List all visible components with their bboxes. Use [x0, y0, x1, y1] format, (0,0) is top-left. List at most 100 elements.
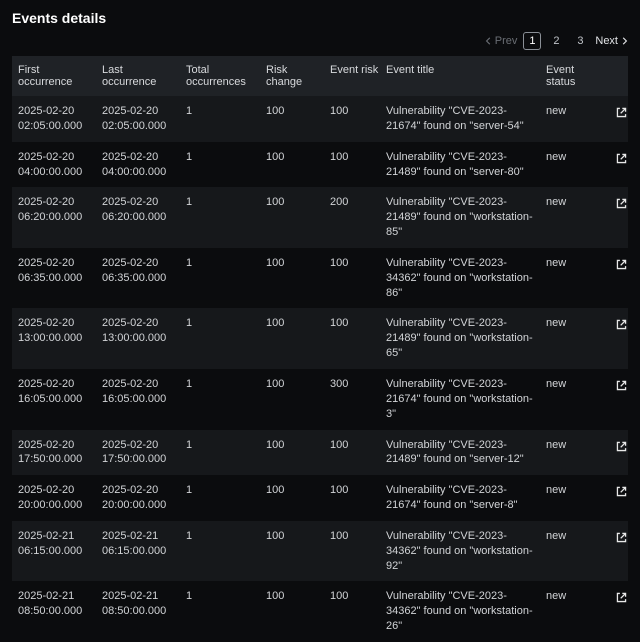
cell-event-title: Vulnerability "CVE-2023-21489" found on …	[386, 150, 540, 180]
cell-event-status: new	[546, 316, 600, 331]
open-event-button[interactable]	[606, 150, 636, 165]
cell-last-occurrence: 2025-02-20 04:00:00.000	[102, 150, 180, 180]
pager-page-3[interactable]: 3	[571, 32, 589, 50]
events-table: First occurrence Last occurrence Total o…	[12, 56, 628, 642]
cell-total-occurrences: 1	[186, 104, 260, 119]
open-event-button[interactable]	[606, 104, 636, 119]
cell-event-status: new	[546, 256, 600, 271]
pager-prev: Prev	[485, 35, 518, 47]
cell-event-risk: 100	[330, 529, 380, 544]
external-link-icon	[615, 485, 628, 498]
cell-last-occurrence: 2025-02-20 13:00:00.000	[102, 316, 180, 346]
cell-total-occurrences: 1	[186, 195, 260, 210]
cell-total-occurrences: 1	[186, 256, 260, 271]
cell-event-status: new	[546, 589, 600, 604]
external-link-icon	[615, 440, 628, 453]
col-event-risk: Event risk	[330, 64, 380, 76]
table-row: 2025-02-20 17:50:00.0002025-02-20 17:50:…	[12, 430, 628, 476]
cell-event-risk: 100	[330, 316, 380, 331]
cell-event-title: Vulnerability "CVE-2023-34362" found on …	[386, 589, 540, 634]
table-row: 2025-02-20 06:35:00.0002025-02-20 06:35:…	[12, 248, 628, 309]
pager-prev-label: Prev	[495, 35, 518, 47]
cell-last-occurrence: 2025-02-20 02:05:00.000	[102, 104, 180, 134]
external-link-icon	[615, 106, 628, 119]
cell-risk-change: 100	[266, 589, 324, 604]
cell-first-occurrence: 2025-02-21 06:15:00.000	[18, 529, 96, 559]
cell-event-title: Vulnerability "CVE-2023-21674" found on …	[386, 483, 540, 513]
table-row: 2025-02-20 02:05:00.0002025-02-20 02:05:…	[12, 96, 628, 142]
table-row: 2025-02-21 08:50:00.0002025-02-21 08:50:…	[12, 581, 628, 642]
cell-event-risk: 100	[330, 438, 380, 453]
pager-page-1[interactable]: 1	[523, 32, 541, 50]
table-header: First occurrence Last occurrence Total o…	[12, 56, 628, 96]
pager-next[interactable]: Next	[595, 35, 628, 47]
table-row: 2025-02-20 16:05:00.0002025-02-20 16:05:…	[12, 369, 628, 430]
cell-total-occurrences: 1	[186, 316, 260, 331]
open-event-button[interactable]	[606, 377, 636, 392]
open-event-button[interactable]	[606, 483, 636, 498]
table-row: 2025-02-20 13:00:00.0002025-02-20 13:00:…	[12, 308, 628, 369]
cell-first-occurrence: 2025-02-21 08:50:00.000	[18, 589, 96, 619]
cell-total-occurrences: 1	[186, 150, 260, 165]
cell-total-occurrences: 1	[186, 377, 260, 392]
external-link-icon	[615, 258, 628, 271]
cell-event-status: new	[546, 195, 600, 210]
cell-event-risk: 100	[330, 256, 380, 271]
cell-event-title: Vulnerability "CVE-2023-21674" found on …	[386, 377, 540, 422]
cell-event-title: Vulnerability "CVE-2023-34362" found on …	[386, 529, 540, 574]
cell-risk-change: 100	[266, 483, 324, 498]
open-event-button[interactable]	[606, 316, 636, 331]
col-event-title: Event title	[386, 64, 540, 76]
cell-total-occurrences: 1	[186, 529, 260, 544]
external-link-icon	[615, 197, 628, 210]
cell-event-risk: 100	[330, 104, 380, 119]
open-event-button[interactable]	[606, 589, 636, 604]
table-row: 2025-02-20 04:00:00.0002025-02-20 04:00:…	[12, 142, 628, 188]
external-link-icon	[615, 379, 628, 392]
cell-event-risk: 100	[330, 483, 380, 498]
col-first-occurrence: First occurrence	[18, 64, 96, 88]
col-total-occurrences: Total occurrences	[186, 64, 260, 88]
cell-first-occurrence: 2025-02-20 20:00:00.000	[18, 483, 96, 513]
cell-event-title: Vulnerability "CVE-2023-21489" found on …	[386, 438, 540, 468]
col-risk-change: Risk change	[266, 64, 324, 88]
cell-event-risk: 200	[330, 195, 380, 210]
cell-last-occurrence: 2025-02-20 16:05:00.000	[102, 377, 180, 407]
chevron-left-icon	[485, 37, 493, 45]
cell-risk-change: 100	[266, 529, 324, 544]
cell-event-title: Vulnerability "CVE-2023-21489" found on …	[386, 316, 540, 361]
pager-page-2[interactable]: 2	[547, 32, 565, 50]
open-event-button[interactable]	[606, 195, 636, 210]
table-row: 2025-02-21 06:15:00.0002025-02-21 06:15:…	[12, 521, 628, 582]
cell-event-status: new	[546, 529, 600, 544]
col-event-status: Event status	[546, 64, 600, 88]
table-body: 2025-02-20 02:05:00.0002025-02-20 02:05:…	[12, 96, 628, 642]
cell-event-status: new	[546, 104, 600, 119]
table-row: 2025-02-20 06:20:00.0002025-02-20 06:20:…	[12, 187, 628, 248]
cell-event-risk: 100	[330, 589, 380, 604]
cell-event-status: new	[546, 150, 600, 165]
cell-risk-change: 100	[266, 377, 324, 392]
cell-first-occurrence: 2025-02-20 06:35:00.000	[18, 256, 96, 286]
external-link-icon	[615, 318, 628, 331]
open-event-button[interactable]	[606, 256, 636, 271]
cell-risk-change: 100	[266, 256, 324, 271]
cell-event-title: Vulnerability "CVE-2023-34362" found on …	[386, 256, 540, 301]
cell-risk-change: 100	[266, 195, 324, 210]
chevron-right-icon	[620, 37, 628, 45]
open-event-button[interactable]	[606, 438, 636, 453]
cell-total-occurrences: 1	[186, 483, 260, 498]
cell-last-occurrence: 2025-02-20 20:00:00.000	[102, 483, 180, 513]
pager-next-label: Next	[595, 35, 618, 47]
cell-event-status: new	[546, 483, 600, 498]
cell-last-occurrence: 2025-02-21 08:50:00.000	[102, 589, 180, 619]
cell-first-occurrence: 2025-02-20 04:00:00.000	[18, 150, 96, 180]
external-link-icon	[615, 591, 628, 604]
cell-last-occurrence: 2025-02-20 06:20:00.000	[102, 195, 180, 225]
cell-total-occurrences: 1	[186, 438, 260, 453]
pagination: Prev 1 2 3 Next	[12, 32, 628, 50]
panel-title: Events details	[12, 10, 628, 26]
open-event-button[interactable]	[606, 529, 636, 544]
cell-total-occurrences: 1	[186, 589, 260, 604]
cell-risk-change: 100	[266, 316, 324, 331]
